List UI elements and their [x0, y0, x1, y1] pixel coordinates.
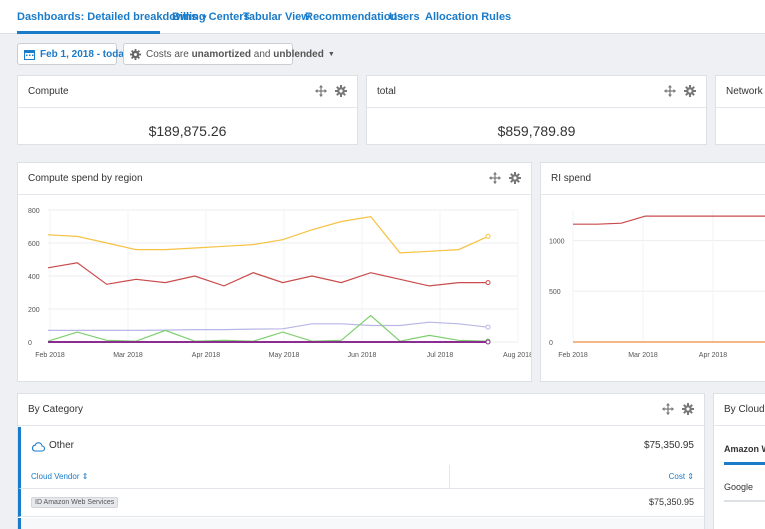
series-line-0 [573, 215, 765, 225]
cost-settings-button[interactable]: Costs are unamortized and unblended ▼ [123, 43, 335, 65]
sort-icon: ⇕ [687, 472, 694, 481]
x-tick-label: Aug 2018 [503, 352, 531, 359]
x-tick-label: Jul 2018 [427, 352, 454, 359]
date-range-label: Feb 1, 2018 - today [40, 48, 130, 60]
series-line-0 [47, 215, 489, 254]
series-end-point-0 [485, 233, 491, 239]
by-category-card: By Category Other $75,350.95 Cloud Vendo… [17, 393, 705, 529]
vendor-tag: ID Amazon Web Services [31, 497, 119, 508]
nav-tabular-view[interactable]: Tabular View [243, 11, 310, 23]
settings-gear-icon[interactable] [509, 171, 521, 189]
top-nav: Dashboards: Detailed breakdowns ▼ Billin… [0, 0, 765, 34]
widget-title: total [377, 86, 396, 97]
x-tick-label: Jun 2018 [348, 352, 377, 359]
caret-down-icon: ▼ [327, 50, 335, 58]
cloud-vendor-column-header[interactable]: Cloud Vendor ⇕ [31, 472, 88, 481]
settings-gear-icon[interactable] [335, 84, 347, 102]
x-tick-label: Mar 2018 [113, 352, 143, 359]
category-label: Other [49, 440, 75, 451]
calendar-icon [24, 49, 35, 60]
by-cloud-card: By Cloud Amazon W Google [713, 393, 765, 529]
x-tick-label: May 2018 [269, 352, 300, 359]
gear-icon [130, 48, 141, 60]
ri-spend-line-chart: 0 500 1000 Feb 2018 Mar 2018 Apr 2018 [549, 210, 765, 359]
total-widget: total $859,789.89 [366, 75, 707, 145]
card-title: By Cloud [724, 404, 765, 415]
compute-widget: Compute $189,875.26 [17, 75, 358, 145]
x-tick-label: Mar 2018 [628, 352, 658, 359]
nav-billing-centers[interactable]: Billing Centers [172, 11, 250, 23]
cloud-tab-amazon[interactable]: Amazon W [724, 444, 765, 454]
compute-spend-line-chart: 0 200 400 600 800 Feb 2018 Mar 2018 Apr 2018 May… [28, 208, 531, 359]
series-end-point-2 [485, 324, 491, 330]
cloud-icon [31, 439, 46, 457]
settings-gear-icon[interactable] [684, 84, 696, 102]
cloud-tab-bar [724, 500, 765, 502]
chart-title: RI spend [551, 173, 592, 184]
row-cost: $75,350.95 [648, 497, 694, 507]
move-icon[interactable] [489, 171, 501, 189]
widget-title: Compute [28, 86, 69, 97]
settings-gear-icon[interactable] [682, 402, 694, 420]
y-tick-label: 400 [28, 274, 40, 281]
move-icon[interactable] [664, 84, 676, 102]
nav-users[interactable]: Users [389, 11, 420, 23]
widget-value: $859,789.89 [497, 123, 576, 139]
costs-label: Costs are unamortized and unblended [146, 48, 324, 60]
y-tick-label: 600 [28, 241, 40, 248]
cloud-tab-google[interactable]: Google [724, 482, 753, 492]
move-icon[interactable] [662, 402, 674, 420]
x-tick-label: Apr 2018 [192, 352, 221, 359]
y-tick-label: 800 [28, 208, 40, 215]
y-tick-label: 0 [28, 340, 32, 347]
active-tab-indicator [17, 31, 160, 34]
table-row[interactable]: ID Amazon Web Services $75,350.95 [18, 489, 704, 517]
widget-title: Network [726, 86, 763, 97]
widget-value: $189,875.26 [148, 123, 227, 139]
x-tick-label: Apr 2018 [699, 352, 728, 359]
series-line-2 [48, 321, 489, 331]
nav-allocation-rules[interactable]: Allocation Rules [425, 11, 511, 23]
chart-title: Compute spend by region [28, 173, 143, 184]
network-widget: Network [715, 75, 765, 145]
category-value: $75,350.95 [643, 440, 694, 451]
x-tick-label: Feb 2018 [35, 352, 65, 359]
category-group-row[interactable]: Other $75,350.95 [18, 427, 704, 465]
y-tick-label: 500 [549, 289, 561, 296]
card-title: By Category [28, 404, 84, 415]
series-end-point-1 [485, 280, 491, 286]
date-range-button[interactable]: Feb 1, 2018 - today [17, 43, 129, 65]
sort-icon: ⇕ [81, 472, 89, 481]
ri-spend-chart-card: RI spend 0 500 1000 Feb 2018 Mar 2018 Apr 201… [540, 162, 765, 382]
compute-spend-chart-card: Compute spend by region 0 200 400 600 800 Feb… [17, 162, 532, 382]
y-tick-label: 0 [549, 340, 553, 347]
table-header-row: Cloud Vendor ⇕ Cost ⇕ [18, 465, 704, 489]
y-tick-label: 200 [28, 307, 40, 314]
cloud-tab-indicator [724, 462, 765, 465]
series-end-point-4 [485, 339, 491, 345]
move-icon[interactable] [315, 84, 327, 102]
x-tick-label: Feb 2018 [558, 352, 588, 359]
series-line-1 [47, 262, 488, 287]
cost-column-header[interactable]: Cost ⇕ [669, 472, 694, 481]
next-category-row [18, 518, 704, 529]
y-tick-label: 1000 [549, 238, 565, 245]
